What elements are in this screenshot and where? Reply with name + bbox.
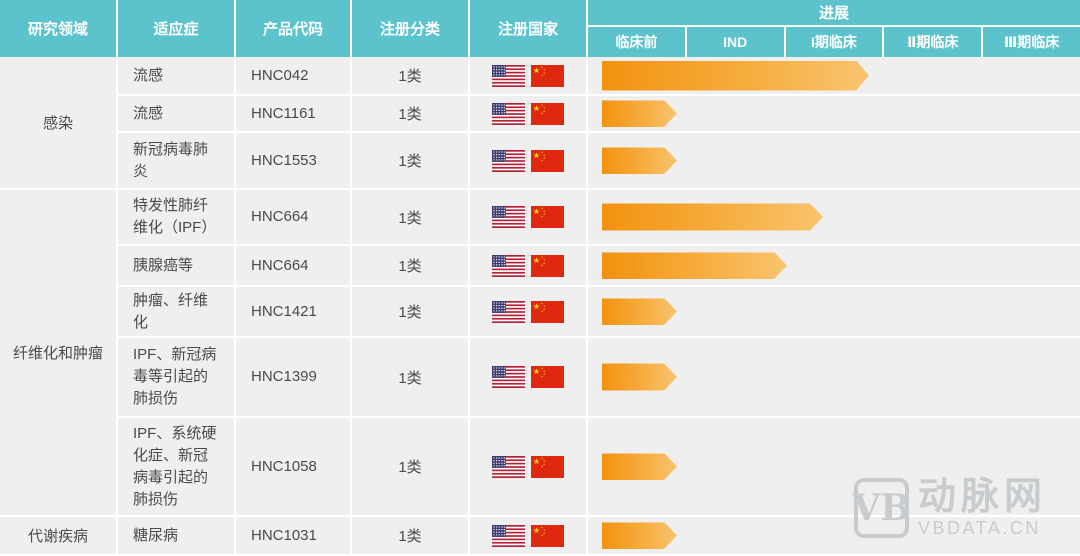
progress-bar — [602, 61, 869, 91]
product-code-cell: HNC1058 — [236, 418, 352, 517]
progress-bar — [602, 453, 677, 480]
progress-cell — [588, 246, 1080, 287]
indication-cell: 流感 — [118, 57, 236, 96]
indication-cell: 胰腺癌等 — [118, 246, 236, 287]
china-flag-icon — [531, 150, 564, 172]
reg-class-cell: 1类 — [352, 190, 470, 246]
countries-cell — [470, 418, 588, 517]
progress-title: 进展 — [588, 0, 1080, 27]
indication-cell: 新冠病毒肺 炎 — [118, 133, 236, 190]
china-flag-icon — [531, 255, 564, 277]
us-flag-icon — [492, 301, 525, 323]
us-flag-icon — [492, 366, 525, 388]
indication-cell: IPF、新冠病 毒等引起的 肺损伤 — [118, 338, 236, 418]
group-cell-infection: 感染 — [0, 57, 118, 190]
us-flag-icon — [492, 150, 525, 172]
progress-bar — [602, 522, 677, 549]
countries-cell — [470, 287, 588, 338]
product-code-cell: HNC1031 — [236, 517, 352, 556]
col-header-indication: 适应症 — [118, 0, 236, 57]
countries-cell — [470, 96, 588, 133]
group-cell-metabolic: 代谢疾病 — [0, 517, 118, 556]
reg-class-cell: 1类 — [352, 96, 470, 133]
col-header-reg-country: 注册国家 — [470, 0, 588, 57]
watermark: VB 动脉网 VBDATA.CN — [854, 478, 1047, 539]
us-flag-icon — [492, 456, 525, 478]
progress-bar — [602, 252, 787, 279]
stage-header-phase1: I期临床 — [786, 27, 885, 57]
product-code-cell: HNC664 — [236, 246, 352, 287]
progress-bar — [602, 298, 677, 325]
china-flag-icon — [531, 301, 564, 323]
watermark-name: 动脉网 — [918, 478, 1047, 517]
countries-cell — [470, 246, 588, 287]
vb-logo-text: VB — [852, 487, 910, 529]
us-flag-icon — [492, 65, 525, 87]
vb-logo-icon: VB — [854, 478, 909, 538]
reg-class-cell: 1类 — [352, 57, 470, 96]
product-code-cell: HNC1161 — [236, 96, 352, 133]
china-flag-icon — [531, 456, 564, 478]
stage-header-ind: IND — [687, 27, 786, 57]
progress-cell — [588, 287, 1080, 338]
progress-bar — [602, 100, 677, 127]
progress-cell — [588, 338, 1080, 418]
table-grid: 研究领域 适应症 产品代码 注册分类 注册国家 进展 临床前 IND I期临床 … — [0, 0, 1080, 556]
progress-bar — [602, 204, 823, 231]
col-header-product-code: 产品代码 — [236, 0, 352, 57]
watermark-url: VBDATA.CN — [918, 518, 1047, 539]
reg-class-cell: 1类 — [352, 287, 470, 338]
indication-cell: 肿瘤、纤维 化 — [118, 287, 236, 338]
reg-class-cell: 1类 — [352, 133, 470, 190]
col-header-research-area: 研究领域 — [0, 0, 118, 57]
us-flag-icon — [492, 525, 525, 547]
product-code-cell: HNC1421 — [236, 287, 352, 338]
product-code-cell: HNC664 — [236, 190, 352, 246]
indication-cell: 糖尿病 — [118, 517, 236, 556]
reg-class-cell: 1类 — [352, 418, 470, 517]
group-cell-fibrosis-tumor: 纤维化和肿瘤 — [0, 190, 118, 517]
countries-cell — [470, 133, 588, 190]
progress-cell — [588, 133, 1080, 190]
pipeline-table: 研究领域 适应症 产品代码 注册分类 注册国家 进展 临床前 IND I期临床 … — [0, 0, 1080, 556]
china-flag-icon — [531, 65, 564, 87]
progress-stage-headers: 临床前 IND I期临床 Ⅱ期临床 Ⅲ期临床 — [588, 27, 1080, 57]
col-header-reg-class: 注册分类 — [352, 0, 470, 57]
china-flag-icon — [531, 206, 564, 228]
us-flag-icon — [492, 255, 525, 277]
countries-cell — [470, 517, 588, 556]
reg-class-cell: 1类 — [352, 517, 470, 556]
product-code-cell: HNC1553 — [236, 133, 352, 190]
china-flag-icon — [531, 103, 564, 125]
progress-bar — [602, 364, 677, 391]
progress-bar — [602, 147, 677, 174]
countries-cell — [470, 57, 588, 96]
us-flag-icon — [492, 103, 525, 125]
stage-header-preclinical: 临床前 — [588, 27, 687, 57]
product-code-cell: HNC042 — [236, 57, 352, 96]
indication-cell: 特发性肺纤 维化（IPF） — [118, 190, 236, 246]
reg-class-cell: 1类 — [352, 338, 470, 418]
col-header-progress: 进展 临床前 IND I期临床 Ⅱ期临床 Ⅲ期临床 — [588, 0, 1080, 57]
product-code-cell: HNC1399 — [236, 338, 352, 418]
indication-cell: IPF、系统硬 化症、新冠 病毒引起的 肺损伤 — [118, 418, 236, 517]
indication-cell: 流感 — [118, 96, 236, 133]
countries-cell — [470, 338, 588, 418]
stage-header-phase2: Ⅱ期临床 — [884, 27, 983, 57]
stage-header-phase3: Ⅲ期临床 — [983, 27, 1080, 57]
us-flag-icon — [492, 206, 525, 228]
reg-class-cell: 1类 — [352, 246, 470, 287]
countries-cell — [470, 190, 588, 246]
progress-cell — [588, 57, 1080, 96]
china-flag-icon — [531, 366, 564, 388]
progress-cell — [588, 190, 1080, 246]
progress-cell — [588, 96, 1080, 133]
watermark-text: 动脉网 VBDATA.CN — [918, 478, 1047, 539]
china-flag-icon — [531, 525, 564, 547]
